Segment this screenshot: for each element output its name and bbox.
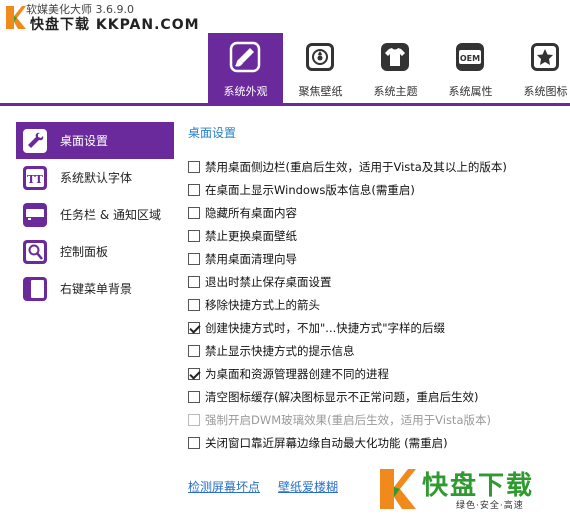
tab-label: 系统图标 (523, 85, 568, 98)
checkbox[interactable] (188, 183, 200, 196)
option-label: 禁止显示快捷方式的提示信息 (205, 343, 355, 358)
checkbox[interactable] (188, 160, 200, 173)
wrench-icon (23, 128, 47, 153)
option-label: 清空图标缓存(解决图标显示不正常问题，重启后生效) (205, 389, 479, 404)
options-list: 禁用桌面侧边栏(重启后生效，适用于Vista及其以上的版本) 在桌面上显示Wind… (188, 155, 558, 454)
checkbox[interactable] (188, 344, 200, 357)
star-icon (531, 43, 559, 71)
sidebar-item-label: 系统默认字体 (60, 171, 133, 185)
checkbox[interactable] (188, 367, 200, 380)
checkbox[interactable] (188, 321, 200, 334)
sidebar-item-default-font[interactable]: TT 系统默认字体 (16, 159, 174, 196)
option-label: 关闭窗口靠近屏幕边缘自动最大化功能 (需重启) (205, 435, 448, 450)
option-row[interactable]: 禁止更换桌面壁纸 (188, 224, 558, 247)
tab-system-theme[interactable]: 系统主题 (358, 33, 433, 103)
option-label: 移除快捷方式上的箭头 (205, 297, 320, 312)
option-row[interactable]: 关闭窗口靠近屏幕边缘自动最大化功能 (需重启) (188, 431, 558, 454)
option-label: 禁止更换桌面壁纸 (205, 228, 297, 243)
tab-system-icons[interactable]: 系统图标 (508, 33, 570, 103)
sidebar-item-label: 桌面设置 (60, 134, 109, 148)
sidebar-item-control-panel[interactable]: 控制面板 (16, 233, 174, 270)
sidebar-item-taskbar[interactable]: 任务栏 & 通知区域 (16, 196, 174, 233)
checkbox[interactable] (188, 206, 200, 219)
option-row[interactable]: 清空图标缓存(解决图标显示不正常问题，重启后生效) (188, 385, 558, 408)
checkbox[interactable] (188, 275, 200, 288)
header-divider (0, 103, 570, 106)
svg-text:OEM: OEM (460, 54, 480, 63)
watermark-top: 快盘下载 KKPAN.COM (30, 17, 200, 33)
sidebar-item-label: 任务栏 & 通知区域 (60, 208, 161, 222)
option-label: 退出时禁止保存桌面设置 (205, 274, 332, 289)
paintbrush-icon (229, 41, 261, 73)
option-row[interactable]: 创建快捷方式时，不加"...快捷方式"字样的后缀 (188, 316, 558, 339)
sidebar-item-context-menu-bg[interactable]: 右键菜单背景 (16, 270, 174, 307)
check-dead-pixels-link[interactable]: 检测屏幕坏点 (188, 478, 260, 495)
checkbox[interactable] (188, 252, 200, 265)
sidebar-item-desktop-settings[interactable]: 桌面设置 (16, 122, 174, 159)
option-row[interactable]: 禁用桌面清理向导 (188, 247, 558, 270)
checkbox (188, 413, 200, 426)
option-label: 禁用桌面清理向导 (205, 251, 297, 266)
tab-system-properties[interactable]: OEM 系统属性 (433, 33, 508, 103)
oem-icon: OEM (456, 43, 484, 71)
option-row[interactable]: 为桌面和资源管理器创建不同的进程 (188, 362, 558, 385)
sidebar-item-label: 控制面板 (60, 245, 109, 259)
option-label: 为桌面和资源管理器创建不同的进程 (205, 366, 389, 381)
tshirt-icon (381, 43, 409, 71)
option-label: 在桌面上显示Windows版本信息(需重启) (205, 182, 415, 197)
section-title: 桌面设置 (188, 126, 237, 140)
font-icon: TT (23, 165, 47, 190)
option-row[interactable]: 在桌面上显示Windows版本信息(需重启) (188, 178, 558, 201)
checkbox[interactable] (188, 229, 200, 242)
context-menu-icon (23, 276, 47, 301)
watermark-bottom: 快盘下载 绿色·安全·高速 (378, 465, 548, 515)
checkbox[interactable] (188, 436, 200, 449)
tab-label: 系统外观 (223, 85, 268, 98)
checkbox[interactable] (188, 298, 200, 311)
top-tabs: 系统外观 聚焦壁纸 系统主题 OEM 系统属性 系统图标 (208, 33, 570, 103)
tab-system-appearance[interactable]: 系统外观 (208, 33, 283, 103)
tab-focus-wallpaper[interactable]: 聚焦壁纸 (283, 33, 358, 103)
watermark-subtext: 绿色·安全·高速 (456, 501, 524, 511)
footer-links: 检测屏幕坏点 壁纸爱楼糊 (188, 478, 356, 495)
tab-label: 系统属性 (448, 85, 493, 98)
control-panel-icon (23, 239, 47, 264)
wallpaper-link[interactable]: 壁纸爱楼糊 (278, 478, 338, 495)
option-row[interactable]: 禁用桌面侧边栏(重启后生效，适用于Vista及其以上的版本) (188, 155, 558, 178)
kkpan-logo-icon (6, 6, 26, 29)
sidebar-item-label: 右键菜单背景 (60, 282, 133, 296)
sidebar: 桌面设置 TT 系统默认字体 任务栏 & 通知区域 控制面板 右键菜单背景 (16, 122, 174, 307)
watermark-text: 快盘下载 (422, 471, 535, 501)
tab-label: 聚焦壁纸 (298, 85, 343, 98)
option-row: 强制开启DWM玻璃效果(重启后生效，适用于Vista版本) (188, 408, 558, 431)
taskbar-icon (23, 202, 47, 227)
option-row[interactable]: 移除快捷方式上的箭头 (188, 293, 558, 316)
kkpan-logo-icon (380, 469, 416, 509)
wallpaper-icon (306, 43, 334, 71)
option-label: 隐藏所有桌面内容 (205, 205, 297, 220)
option-label: 创建快捷方式时，不加"...快捷方式"字样的后缀 (205, 320, 446, 335)
tab-label: 系统主题 (373, 85, 418, 98)
option-label: 强制开启DWM玻璃效果(重启后生效，适用于Vista版本) (205, 412, 491, 427)
option-row[interactable]: 退出时禁止保存桌面设置 (188, 270, 558, 293)
svg-text:TT: TT (27, 173, 44, 186)
title-bar: 软媒美化大师 3.6.9.0 快盘下载 KKPAN.COM (0, 0, 570, 33)
option-label: 禁用桌面侧边栏(重启后生效，适用于Vista及其以上的版本) (205, 159, 507, 174)
main-panel: 桌面设置 禁用桌面侧边栏(重启后生效，适用于Vista及其以上的版本) 在桌面上显… (188, 124, 558, 454)
option-row[interactable]: 禁止显示快捷方式的提示信息 (188, 339, 558, 362)
option-row[interactable]: 隐藏所有桌面内容 (188, 201, 558, 224)
checkbox[interactable] (188, 390, 200, 403)
